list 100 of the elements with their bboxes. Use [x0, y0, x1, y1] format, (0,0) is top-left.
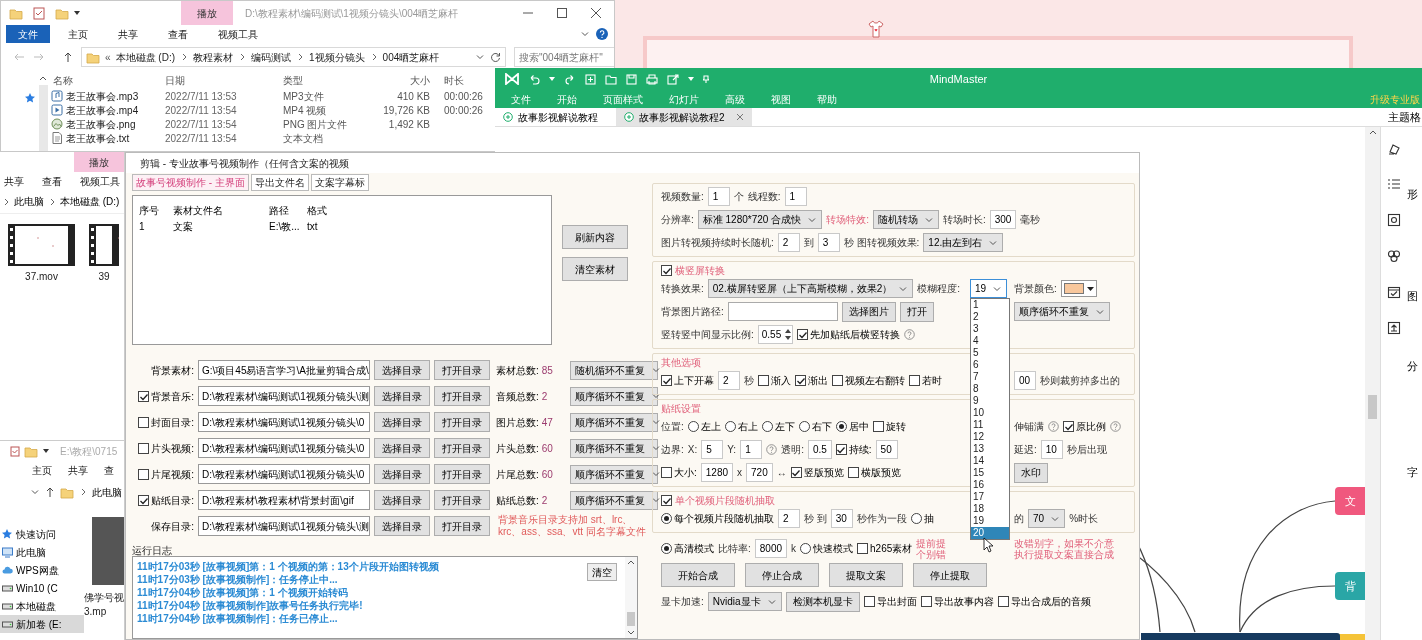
dropdown[interactable]: 顺序循环不重复 — [570, 412, 658, 432]
tab[interactable]: 文案字幕标 — [310, 174, 369, 191]
dropdown-option[interactable]: 1 — [971, 299, 1009, 311]
input-field[interactable]: 1 — [740, 440, 763, 459]
ribbon-tab[interactable]: 共享 — [106, 25, 150, 43]
radio-button[interactable] — [800, 543, 812, 554]
column-header[interactable]: 日期 — [163, 72, 281, 88]
checkbox[interactable] — [138, 416, 150, 428]
up-arrow-icon[interactable] — [45, 486, 55, 498]
list-icon[interactable] — [1387, 177, 1401, 191]
up-arrow-icon[interactable] — [63, 51, 73, 63]
file-name[interactable]: 37.mov — [25, 269, 58, 284]
breadcrumb-item[interactable]: 1视频分镜头 — [309, 49, 365, 65]
checkbox[interactable] — [758, 375, 769, 386]
nav-item[interactable]: WPS网盘 — [0, 561, 84, 579]
checkbox-label[interactable]: 先加贴纸后横竖转换 — [810, 327, 901, 342]
checkbox-label[interactable]: 大小: — [674, 465, 697, 480]
folder-icon[interactable] — [605, 73, 617, 85]
ribbon-tab[interactable]: 文件 — [6, 25, 50, 43]
context-tab[interactable]: 播放 — [74, 152, 124, 172]
action-button[interactable]: 打开目录 — [434, 438, 490, 458]
action-button[interactable]: 开始合成 — [661, 563, 735, 587]
column-header[interactable]: 名称 — [51, 72, 163, 88]
breadcrumb-item[interactable]: 本地磁盘 (D:) — [60, 194, 120, 209]
file-name[interactable]: 老王故事会.mp3 — [66, 88, 139, 104]
radio-label[interactable]: 右下 — [811, 419, 832, 434]
action-button[interactable]: 打开目录 — [434, 516, 490, 536]
dropdown[interactable]: 02.横屏转竖屏（上下高斯模糊，效果2） — [707, 279, 914, 298]
dropdown-option[interactable]: 12 — [971, 431, 1009, 443]
dropdown-option[interactable]: 4 — [971, 335, 1009, 347]
action-button[interactable]: 选择目录 — [374, 386, 430, 406]
dropdown-option[interactable]: 2 — [971, 311, 1009, 323]
checkbox[interactable] — [835, 444, 847, 455]
close-icon[interactable] — [735, 113, 744, 121]
scroll-up-icon[interactable] — [627, 559, 635, 565]
checkbox[interactable] — [138, 494, 150, 506]
column-header[interactable]: 大小 — [370, 72, 430, 88]
action-button[interactable]: 选择目录 — [374, 360, 430, 380]
input-field[interactable]: 1 — [784, 187, 807, 206]
checkbox[interactable] — [863, 596, 875, 607]
nav-item[interactable]: 此电脑 — [0, 543, 84, 561]
overflow-mark[interactable]: « — [105, 49, 111, 65]
dropdown-option[interactable]: 16 — [971, 479, 1009, 491]
checkbox-label[interactable]: 原比例 — [1076, 419, 1106, 434]
ribbon-tab[interactable]: 视频工具 — [80, 173, 120, 189]
action-button[interactable]: 检测本机显卡 — [785, 591, 860, 612]
action-button[interactable]: 刷新内容 — [562, 225, 628, 249]
dropdown[interactable]: 顺序循环不重复 — [1014, 302, 1110, 321]
checkbox-label[interactable]: h265素材 — [870, 541, 913, 556]
ribbon-tab[interactable]: 主页 — [32, 462, 52, 478]
breadcrumb-item[interactable]: 004晒芝麻杆 — [382, 49, 440, 65]
new-page-icon[interactable] — [585, 73, 596, 85]
checkbox-label[interactable]: 导出封面 — [876, 594, 917, 609]
checkbox[interactable] — [847, 467, 859, 478]
spinner-field[interactable]: 0.55 — [757, 325, 794, 344]
checkbox-label[interactable]: 视频左右翻转 — [845, 373, 905, 388]
radio-button[interactable] — [761, 421, 773, 432]
input-field[interactable]: 8000 — [754, 539, 788, 558]
action-button[interactable]: 停止提取 — [913, 563, 987, 587]
path-field[interactable]: D:\教程素材\编码测试\1视频分镜头\测 — [198, 516, 370, 536]
input-field[interactable]: 50 — [875, 440, 898, 459]
action-button[interactable]: 停止合成 — [745, 563, 819, 587]
path-field[interactable]: D:\教程素材\编码测试\1视频分镜头\0 — [198, 464, 370, 484]
dropdown-option[interactable]: 6 — [971, 359, 1009, 371]
checkbox[interactable] — [1063, 421, 1074, 432]
input-field[interactable]: 10 — [1040, 440, 1063, 459]
scrollbar[interactable] — [39, 85, 48, 151]
tab[interactable]: 导出文件名 — [250, 174, 309, 191]
radio-label[interactable]: 左下 — [774, 419, 795, 434]
app-logo-icon[interactable] — [505, 73, 519, 85]
checkbox[interactable] — [920, 596, 932, 607]
dropdown-option[interactable]: 19 — [971, 515, 1009, 527]
checkbox-label[interactable]: 持续: — [848, 442, 872, 457]
radio-label[interactable]: 右上 — [737, 419, 758, 434]
dropdown-option[interactable]: 15 — [971, 467, 1009, 479]
checkbox-label[interactable]: 旋转 — [885, 419, 906, 434]
cluster-icon[interactable] — [1387, 249, 1401, 263]
input-field[interactable] — [727, 302, 838, 321]
input-field[interactable]: 2 — [778, 509, 800, 528]
action-button[interactable]: 选择目录 — [374, 412, 430, 432]
column-header[interactable]: 素材文件名 — [173, 202, 269, 218]
dropdown[interactable]: 顺序循环不重复 — [570, 490, 658, 510]
checkbox[interactable] — [138, 442, 150, 454]
dropdown[interactable]: 顺序循环不重复 — [570, 464, 658, 484]
input-field[interactable]: 00 — [1014, 371, 1036, 390]
checkbox[interactable] — [872, 421, 884, 432]
ribbon-tab[interactable]: 查看 — [42, 173, 62, 189]
checkbox[interactable] — [138, 390, 150, 402]
action-button[interactable]: 打开 — [899, 301, 934, 322]
nav-item[interactable]: Win10 (C — [0, 579, 84, 597]
input-field[interactable]: 0.5 — [807, 440, 832, 459]
dropdown-option[interactable]: 3 — [971, 323, 1009, 335]
radio-button[interactable] — [661, 543, 672, 554]
color-swatch[interactable] — [1063, 283, 1084, 294]
export-icon[interactable] — [667, 73, 679, 85]
calendar-check-icon[interactable] — [1387, 285, 1401, 299]
input-field[interactable]: 2 — [718, 371, 740, 390]
dropdown[interactable]: Nvidia显卡 — [707, 592, 782, 611]
dropdown-option[interactable]: 9 — [971, 395, 1009, 407]
checkbox[interactable] — [909, 375, 920, 386]
